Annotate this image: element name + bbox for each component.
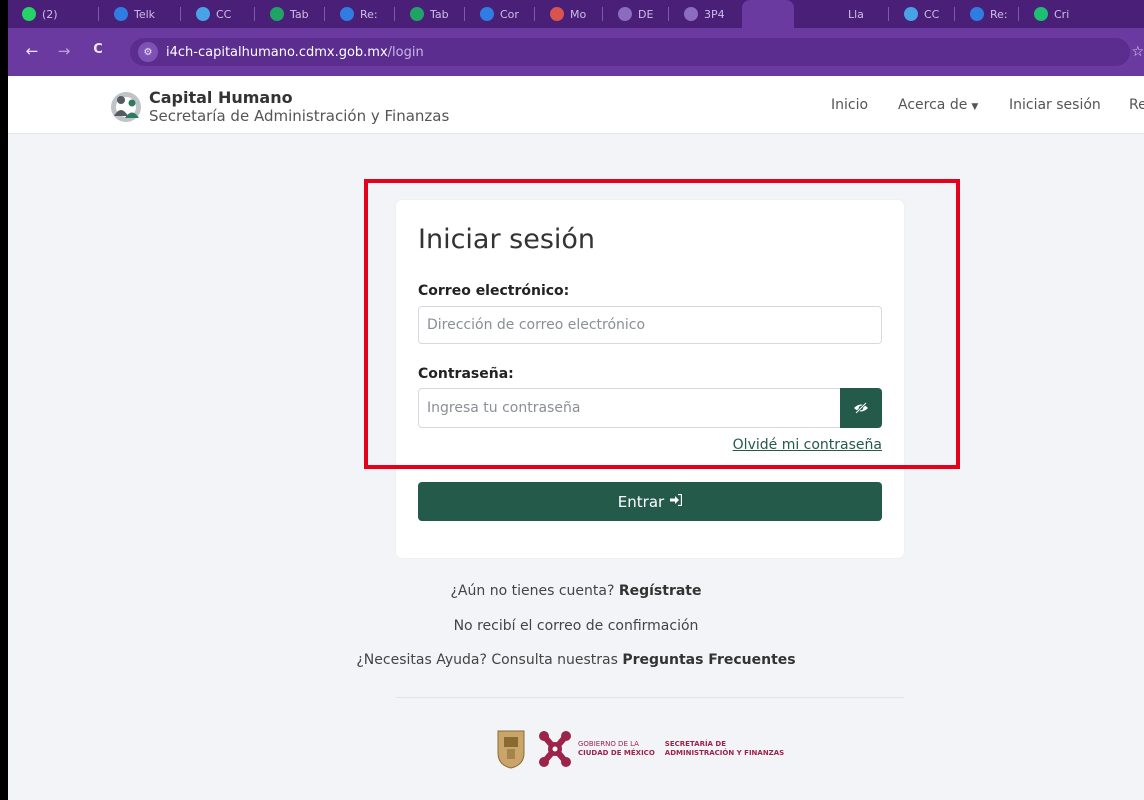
browser-tab[interactable]: 3P4 [674,0,735,28]
toggle-password-visibility-button[interactable] [840,388,882,428]
browser-tab[interactable]: Tab [260,0,319,28]
divider [396,697,904,698]
browser-tab-active[interactable] [742,0,794,28]
tab-favicon-icon [684,7,698,21]
nav-registro[interactable]: Re [1129,97,1144,113]
tab-favicon-icon [904,7,918,21]
address-bar[interactable]: ⚙ i4ch-capitalhumano.cdmx.gob.mx/login [130,38,1130,66]
faq-link[interactable]: Preguntas Frecuentes [622,652,795,668]
cdmx-coat-of-arms-icon [497,730,525,769]
nav-inicio[interactable]: Inicio [831,97,868,113]
browser-tab[interactable]: DE [608,0,663,28]
browser-tab[interactable]: Telk [104,0,165,28]
nav-acerca-de[interactable]: Acerca de ▼ [898,97,978,113]
tab-favicon-icon [196,7,210,21]
brand-title[interactable]: Capital Humano [149,88,293,107]
forward-icon[interactable]: → [54,42,74,60]
capital-humano-logo-icon [111,92,141,122]
reload-icon[interactable]: C [88,42,108,57]
browser-tab[interactable]: (2) [12,0,68,28]
browser-tab[interactable]: Re: [960,0,1018,28]
government-logos: GOBIERNO DE LA CIUDAD DE MÉXICO SECRETAR… [496,726,784,772]
password-group [418,388,882,428]
url-path: /login [387,44,424,60]
browser-toolbar: ← → C ⚙ i4ch-capitalhumano.cdmx.gob.mx/l… [8,28,1144,76]
password-label: Contraseña: [418,366,514,382]
resend-confirmation-link[interactable]: No recibí el correo de confirmación [8,618,1144,634]
browser-tab[interactable]: Lla [838,0,874,28]
forgot-password-link[interactable]: Olvidé mi contraseña [733,437,882,453]
tab-favicon-icon [340,7,354,21]
page-viewport: Capital Humano Secretaría de Administrac… [8,76,1144,800]
browser-tab[interactable]: Cri [1024,0,1079,28]
chatgpt-icon [1034,7,1048,21]
browser-tab[interactable]: Cor [470,0,529,28]
cdmx-logo-icon [539,731,571,767]
url-host: i4ch-capitalhumano.cdmx.gob.mx [166,44,388,60]
tab-favicon-icon [618,7,632,21]
nav-iniciar-sesion[interactable]: Iniciar sesión [1009,97,1101,113]
gov-cdmx-text: GOBIERNO DE LA CIUDAD DE MÉXICO [578,740,655,757]
whatsapp-icon [22,7,36,21]
help-prompt: ¿Necesitas Ayuda? Consulta nuestras Preg… [356,652,796,668]
email-field[interactable] [418,306,882,344]
browser-tab[interactable]: CC [894,0,949,28]
sign-in-icon [670,493,683,510]
browser-tab[interactable]: CC [186,0,241,28]
page-title: Iniciar sesión [418,224,596,255]
tab-favicon-icon [114,7,128,21]
register-link[interactable]: Regístrate [619,583,702,599]
email-label: Correo electrónico: [418,283,570,299]
caret-down-icon: ▼ [971,102,979,112]
browser-tab[interactable]: Re: [330,0,388,28]
tab-favicon-icon [270,7,284,21]
register-prompt: ¿Aún no tienes cuenta? Regístrate [450,583,702,599]
login-submit-button[interactable]: Entrar [418,482,882,521]
tab-favicon-icon [970,7,984,21]
brand-subtitle[interactable]: Secretaría de Administración y Finanzas [149,107,449,125]
browser-tab[interactable]: Tab [400,0,459,28]
browser-tab[interactable]: Mo [540,0,596,28]
password-field[interactable] [418,388,841,428]
login-card: Iniciar sesión Correo electrónico: Contr… [396,200,904,558]
submit-label: Entrar [617,492,665,511]
secretaria-text: SECRETARÍA DE ADMINISTRACIÓN Y FINANZAS [664,740,785,757]
tab-favicon-icon [480,7,494,21]
site-header: Capital Humano Secretaría de Administrac… [8,76,1144,134]
tab-favicon-icon [410,7,424,21]
tab-favicon-icon [550,7,564,21]
site-info-icon[interactable]: ⚙ [138,42,158,62]
bookmark-star-icon[interactable]: ☆ [1131,44,1144,60]
eye-slash-icon [854,402,868,414]
browser-tab-strip: (2) Telk CC Tab Re: Tab Cor Mo DE 3P4 Ll… [8,0,1144,28]
back-icon[interactable]: ← [22,42,42,60]
